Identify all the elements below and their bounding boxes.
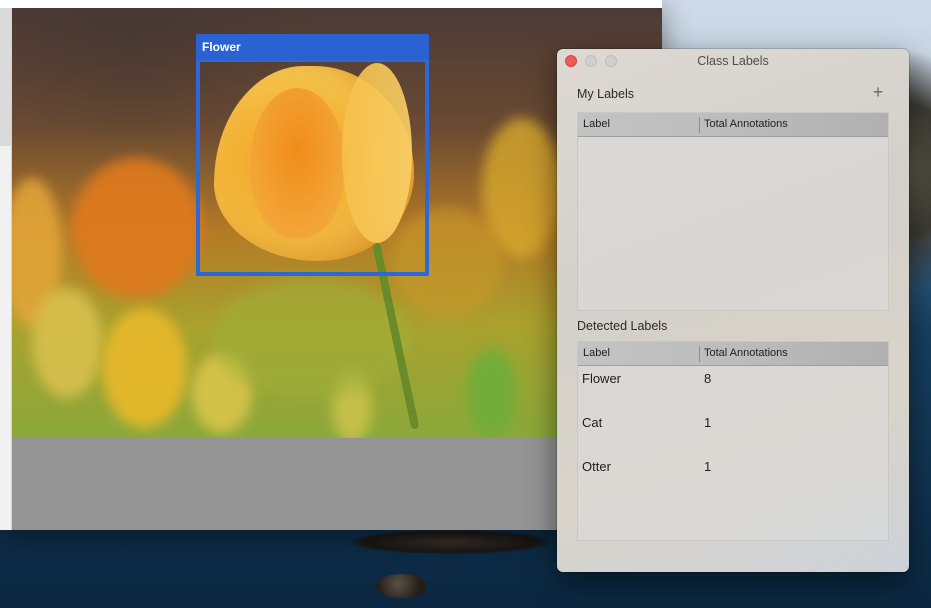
sidebar-strip: [0, 8, 12, 530]
column-header-total[interactable]: Total Annotations: [704, 118, 788, 130]
table-row[interactable]: Otter 1: [578, 454, 888, 498]
background-tulip: [32, 288, 102, 398]
column-header-label[interactable]: Label: [583, 347, 610, 359]
wallpaper-rocks: [350, 530, 550, 554]
plus-icon[interactable]: +: [868, 83, 888, 103]
bounding-box-label[interactable]: Flower: [196, 34, 429, 60]
background-foliage: [212, 278, 412, 398]
column-header-label[interactable]: Label: [583, 118, 610, 130]
wallpaper-rock: [376, 574, 426, 598]
row-label: Otter: [582, 459, 611, 474]
row-total: 1: [704, 415, 712, 430]
sidebar-strip-segment: [0, 8, 11, 146]
row-total: 1: [704, 459, 712, 474]
class-labels-panel: Class Labels My Labels + Label Total Ann…: [557, 49, 909, 572]
table-row[interactable]: Flower 8: [578, 366, 888, 410]
row-label: Cat: [582, 415, 603, 430]
bounding-box-divider: [200, 60, 425, 62]
my-labels-title: My Labels: [577, 87, 634, 101]
detected-labels-table[interactable]: Label Total Annotations Flower 8 Cat 1 O…: [577, 341, 889, 541]
detected-labels-table-body: Flower 8 Cat 1 Otter 1: [578, 366, 888, 498]
flower-bounding-box[interactable]: Flower: [196, 34, 429, 276]
detected-labels-table-header: Label Total Annotations: [578, 342, 888, 366]
my-labels-table[interactable]: Label Total Annotations: [577, 112, 889, 311]
column-header-total[interactable]: Total Annotations: [704, 347, 788, 359]
column-divider: [699, 117, 700, 133]
column-divider: [699, 346, 700, 362]
my-labels-table-header: Label Total Annotations: [578, 113, 888, 137]
detected-labels-title: Detected Labels: [577, 319, 668, 333]
background-tulip: [72, 158, 202, 298]
row-total: 8: [704, 371, 712, 386]
background-tulip: [102, 308, 187, 428]
panel-titlebar[interactable]: Class Labels: [557, 49, 909, 73]
panel-title: Class Labels: [697, 54, 769, 68]
table-row[interactable]: Cat 1: [578, 410, 888, 454]
row-label: Flower: [582, 371, 622, 386]
tulip-leaf: [467, 348, 517, 438]
